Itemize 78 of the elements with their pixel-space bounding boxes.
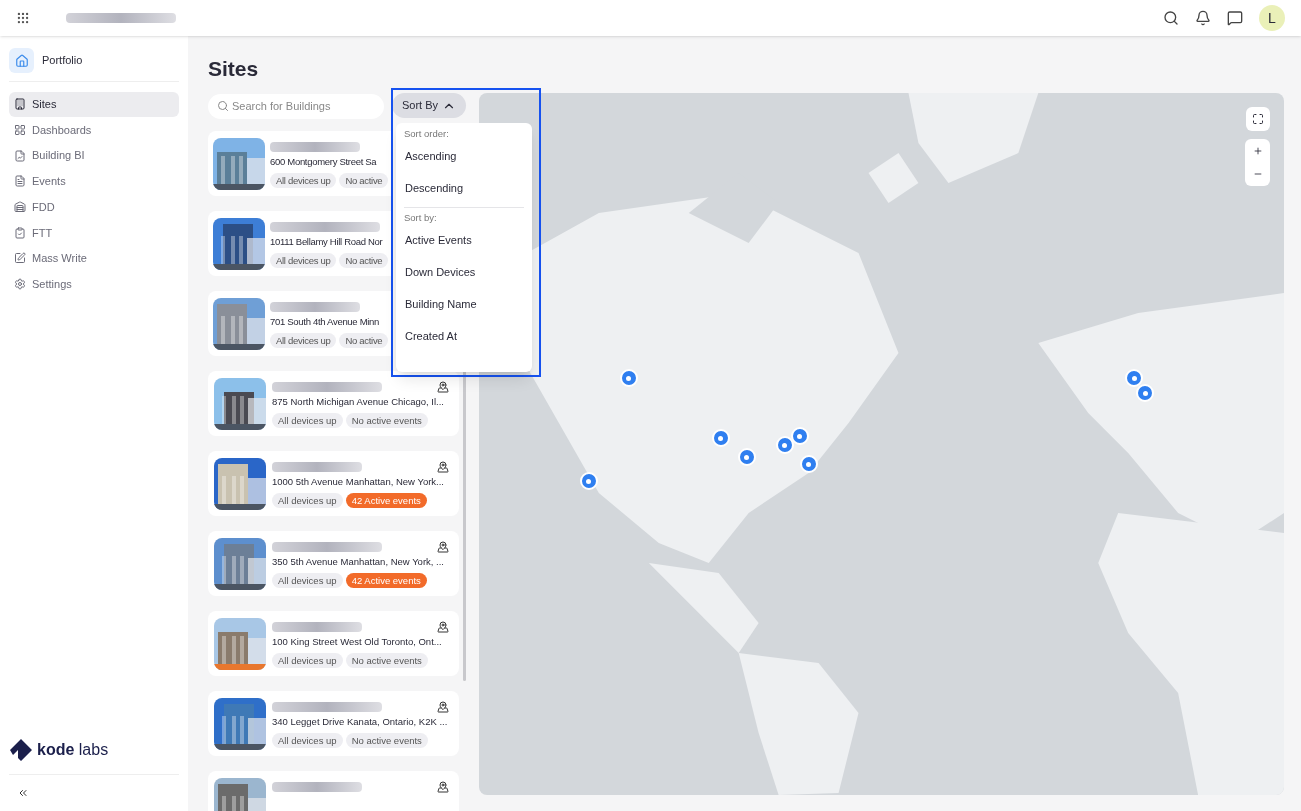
events-status-badge: No active events — [345, 413, 428, 429]
menu-option[interactable]: Descending — [404, 171, 524, 205]
bell-icon[interactable] — [1195, 10, 1211, 26]
events-status-badge: 42 Active events — [345, 493, 427, 509]
menu-option[interactable]: Down Devices — [404, 255, 524, 289]
fullscreen-button[interactable] — [1246, 107, 1270, 131]
devices-status-badge: All devices up — [270, 333, 337, 349]
location-pin-icon[interactable] — [437, 381, 449, 393]
devices-status-badge: All devices up — [272, 493, 343, 509]
search-icon — [217, 100, 229, 112]
settings-icon — [14, 278, 26, 291]
events-status-badge: No active events — [345, 733, 428, 749]
location-pin-icon[interactable] — [437, 701, 449, 713]
sidebar-item[interactable]: Events — [9, 169, 179, 194]
site-card[interactable]: 340 Legget Drive Kanata, Ontario, K2K ... All devices up No active events — [208, 691, 459, 756]
site-card[interactable]: 100 King Street West Old Toronto, Ont... All devices up No active events — [208, 611, 459, 676]
home-icon — [9, 48, 34, 73]
search-icon[interactable] — [1163, 10, 1179, 26]
site-address: 1000 5th Avenue Manhattan, New York... — [272, 475, 445, 489]
apps-grid-icon[interactable] — [16, 11, 30, 25]
site-address: 340 Legget Drive Kanata, Ontario, K2K ... — [272, 715, 449, 729]
site-card[interactable]: 701 South 4th Avenue Minn All devices up No active — [208, 291, 392, 356]
sidebar-item[interactable]: FDD — [9, 194, 179, 220]
user-avatar[interactable]: L — [1259, 5, 1285, 31]
site-card[interactable]: 1000 5th Avenue Manhattan, New York... All devices up 42 Active events — [208, 451, 459, 516]
site-address: 701 South 4th Avenue Minn — [270, 315, 381, 329]
menu-option[interactable]: Created At — [404, 319, 524, 353]
location-pin-icon[interactable] — [437, 781, 449, 793]
menu-option[interactable]: Ascending — [404, 139, 524, 173]
site-card[interactable]: 10111 Bellamy Hill Road Nor All devices up No active — [208, 211, 392, 276]
document-icon — [14, 175, 26, 188]
site-address: 100 King Street West Old Toronto, Ont... — [272, 635, 443, 649]
location-pin-icon[interactable] — [437, 461, 449, 473]
devices-status-badge: All devices up — [270, 253, 337, 269]
location-pin-icon[interactable] — [437, 621, 449, 633]
menu-section-heading: Sort order: — [404, 127, 450, 141]
devices-status-badge: All devices up — [272, 733, 343, 749]
logo-icon — [9, 738, 33, 762]
sidebar-item[interactable]: Mass Write — [9, 246, 179, 271]
sidebar-item[interactable]: Building BI — [9, 143, 179, 169]
chart-file-icon — [14, 149, 26, 162]
search-field[interactable]: Search for Buildings — [208, 93, 384, 119]
menu-option[interactable]: Active Events — [404, 223, 524, 257]
site-address: 350 5th Avenue Manhattan, New York, ... — [272, 555, 445, 569]
site-card[interactable]: 875 North Michigan Avenue Chicago, Il... All devices up No active events — [208, 371, 459, 436]
page-title: Sites — [208, 56, 260, 82]
sidebar-item[interactable]: FTT — [9, 220, 179, 246]
events-status-badge: No active — [339, 173, 389, 189]
sort-by-button[interactable]: Sort By — [391, 93, 466, 118]
events-status-badge: No active events — [345, 653, 428, 669]
events-status-badge: No active — [339, 253, 389, 269]
site-card[interactable]: 600 Montgomery Street Sa All devices up No active — [208, 131, 392, 196]
site-address: 10111 Bellamy Hill Road Nor — [270, 235, 384, 249]
logo-text: kode labs — [37, 740, 109, 760]
sidebar-item[interactable]: Sites — [9, 92, 179, 117]
help-chat-icon[interactable] — [1227, 10, 1243, 26]
location-pin-icon[interactable] — [437, 541, 449, 553]
portfolio-label[interactable]: Portfolio — [42, 52, 83, 69]
menu-section-heading: Sort by: — [404, 211, 438, 225]
sidebar-item[interactable]: Dashboards — [9, 117, 179, 143]
building-icon — [14, 98, 26, 111]
grid-icon — [14, 124, 26, 137]
zoom-in-icon[interactable] — [1252, 145, 1263, 156]
clipboard-icon — [14, 226, 26, 239]
fullscreen-icon — [1252, 113, 1264, 125]
devices-status-badge: All devices up — [270, 173, 337, 189]
site-address: 875 North Michigan Avenue Chicago, Il... — [272, 395, 445, 409]
devices-status-badge: All devices up — [272, 413, 343, 429]
site-address: 600 Montgomery Street Sa — [270, 155, 378, 169]
site-card[interactable]: 350 5th Avenue Manhattan, New York, ... All devices up 42 Active events — [208, 531, 459, 596]
pencil-icon — [14, 252, 26, 265]
devices-status-badge: All devices up — [272, 573, 343, 589]
menu-option[interactable]: Building Name — [404, 287, 524, 321]
events-status-badge: No active — [339, 333, 389, 349]
devices-status-badge: All devices up — [272, 653, 343, 669]
events-status-badge: 42 Active events — [345, 573, 427, 589]
sidebar-item[interactable]: Settings — [9, 271, 179, 297]
collapse-icon[interactable] — [17, 787, 29, 799]
